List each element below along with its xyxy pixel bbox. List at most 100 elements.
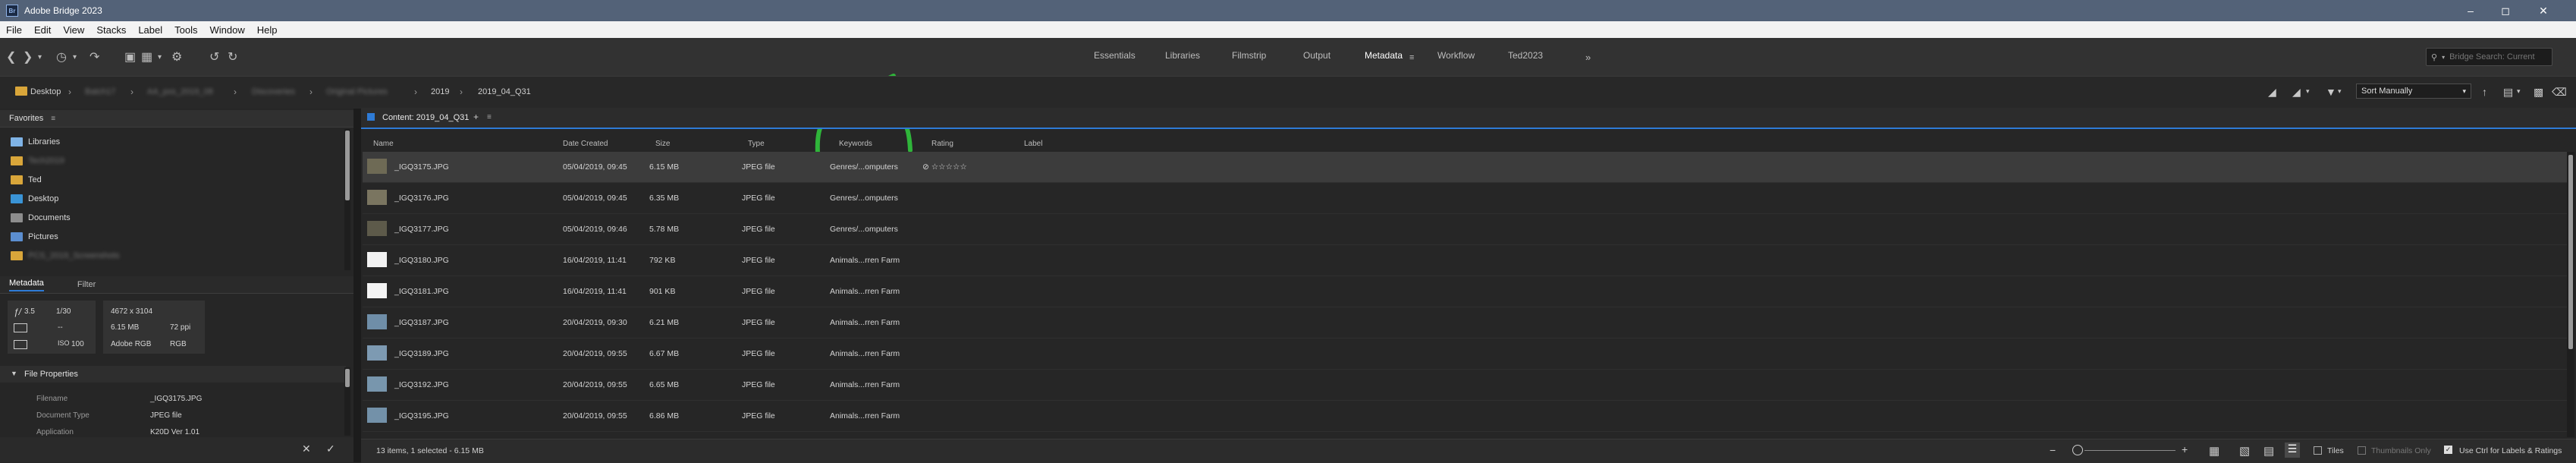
workspace-workflow[interactable]: Workflow [1437,50,1475,61]
open-recent-icon[interactable]: ▤ [2503,86,2513,99]
favorite-blurred-folder[interactable]: PCS_2019_Screenshots [11,249,119,263]
forward-icon[interactable]: ❯ [23,50,33,64]
breadcrumb-blurred-3[interactable]: Discoveries [252,87,295,96]
menu-label[interactable]: Label [132,24,168,36]
refine-icon[interactable]: ▦ [141,50,152,64]
recent-chevron-icon[interactable]: ▾ [73,50,77,64]
file-thumbnail[interactable] [367,190,387,205]
tab-metadata[interactable]: Metadata [9,279,44,291]
content-tab-label[interactable]: Content: 2019_04_Q31 [382,113,469,122]
minimize-icon[interactable]: – [2453,0,2488,21]
camera-import-icon[interactable]: ▣ [124,50,136,64]
content-scrollbar[interactable] [2567,152,2574,437]
breadcrumb-blurred-2[interactable]: AA_pxs_2019_08 [147,87,213,96]
favorites-scrollbar-thumb[interactable] [345,131,350,200]
column-size[interactable]: Size [655,140,670,148]
workspace-essentials[interactable]: Essentials [1094,50,1136,61]
details-view-icon[interactable]: ▤ [2263,444,2274,458]
menu-edit[interactable]: Edit [28,24,57,36]
breadcrumb-current-folder[interactable]: 2019_04_Q31 [478,87,531,96]
menu-stacks[interactable]: Stacks [90,24,132,36]
metadata-scrollbar-thumb[interactable] [345,369,350,387]
panel-menu-icon[interactable]: ≡ [487,113,492,121]
sort-ascending-icon[interactable]: ↑ [2482,86,2487,98]
file-properties-section[interactable]: ▼ File Properties [0,366,346,383]
search-chevron-icon[interactable]: ▾ [2442,54,2445,61]
file-thumbnail[interactable] [367,252,387,267]
metadata-scrollbar[interactable] [344,367,350,436]
close-icon[interactable]: ✕ [2526,0,2561,21]
file-thumbnail[interactable] [367,345,387,361]
more-workspaces-icon[interactable]: » [1585,50,1591,64]
menu-view[interactable]: View [57,24,90,36]
column-name[interactable]: Name [373,140,394,148]
new-folder-icon[interactable]: ▩ [2534,86,2543,99]
search-box[interactable]: ⚲ ▾ [2426,48,2552,66]
panel-menu-icon[interactable]: ≡ [51,115,55,123]
filter-chevron-icon[interactable]: ▾ [2338,87,2342,96]
breadcrumb-blurred-4[interactable]: Original Pictures [326,87,388,96]
column-label[interactable]: Label [1024,140,1042,148]
workspace-filmstrip[interactable]: Filmstrip [1232,50,1266,61]
favorite-desktop[interactable]: Desktop [11,192,58,206]
column-rating[interactable]: Rating [931,140,953,148]
favorite-ted[interactable]: Ted [11,173,42,187]
grid-view-icon[interactable]: ▦ [2209,444,2219,458]
rating-chevron-icon[interactable]: ▾ [2306,87,2310,96]
content-scrollbar-thumb[interactable] [2568,155,2573,349]
file-row[interactable]: _IGQ3177.JPG 05/04/2019, 09:46 5.78 MB JPEG… [363,214,2567,245]
favorite-pictures[interactable]: Pictures [11,230,58,244]
zoom-out-icon[interactable]: − [2050,444,2056,456]
workspace-metadata[interactable]: Metadata [1365,50,1403,61]
tiles-checkbox[interactable] [2314,446,2322,455]
file-row[interactable]: _IGQ3187.JPG 20/04/2019, 09:30 6.21 MB JPEG… [363,307,2567,339]
rating-filter-icon[interactable]: ◢ [2292,86,2301,99]
add-tab-icon[interactable]: + [473,112,479,122]
file-thumbnail[interactable] [367,283,387,298]
file-thumbnail[interactable] [367,376,387,392]
back-icon[interactable]: ❮ [6,50,16,64]
refine-chevron-icon[interactable]: ▾ [158,50,162,64]
favorite-libraries[interactable]: Libraries [11,135,60,149]
cancel-icon[interactable]: ✕ [302,443,311,455]
file-thumbnail[interactable] [367,314,387,329]
menu-tools[interactable]: Tools [168,24,203,36]
list-view-icon[interactable]: ☰ [2285,443,2300,458]
delete-icon[interactable]: ⌫ [2552,86,2567,99]
rotate-right-icon[interactable]: ↻ [228,50,237,64]
rotate-left-icon[interactable]: ↺ [209,50,219,64]
file-row[interactable]: _IGQ3175.JPG 05/04/2019, 09:45 6.15 MB JPEG… [363,152,2567,183]
favorite-documents[interactable]: Documents [11,211,71,225]
file-thumbnail[interactable] [367,159,387,174]
workspace-ted2023[interactable]: Ted2023 [1508,50,1543,61]
section-expand-icon[interactable]: ▼ [11,370,17,377]
chevron-down-icon[interactable]: ▾ [38,50,42,64]
sort-select[interactable]: Sort Manually ▾ [2356,83,2471,99]
file-row[interactable]: _IGQ3176.JPG 05/04/2019, 09:45 6.35 MB JPEG… [363,183,2567,214]
open-recent-chevron-icon[interactable]: ▾ [2517,87,2521,96]
file-thumbnail[interactable] [367,408,387,423]
file-row[interactable]: _IGQ3189.JPG 20/04/2019, 09:55 6.67 MB JPEG… [363,339,2567,370]
workspace-libraries[interactable]: Libraries [1165,50,1200,61]
menu-window[interactable]: Window [204,24,251,36]
column-keywords[interactable]: Keywords [839,140,872,148]
column-date-created[interactable]: Date Created [563,140,608,148]
ctrl-labels-checkbox[interactable]: ✓ [2444,446,2452,454]
maximize-icon[interactable]: ◻ [2488,0,2523,21]
panel-divider[interactable] [353,109,361,462]
thumbnails-only-checkbox[interactable] [2358,446,2366,455]
thumbnail-view-icon[interactable]: ▧ [2239,444,2250,458]
file-thumbnail[interactable] [367,221,387,236]
apply-icon[interactable]: ✓ [326,443,335,455]
quality-icon[interactable]: ◢ [2268,86,2276,99]
file-rating[interactable]: ⊘ ☆☆☆☆☆ [922,162,967,172]
menu-file[interactable]: File [0,24,28,36]
recent-files-icon[interactable]: ◷ [56,50,67,64]
search-input[interactable] [2448,52,2550,62]
breadcrumb-2019[interactable]: 2019 [431,87,449,96]
filter-icon[interactable]: ▼ [2326,86,2336,98]
zoom-slider-track[interactable] [2084,450,2175,451]
favorite-blurred-folder[interactable]: Tech2019 [11,154,64,168]
workspace-output[interactable]: Output [1303,50,1330,61]
column-type[interactable]: Type [748,140,765,148]
